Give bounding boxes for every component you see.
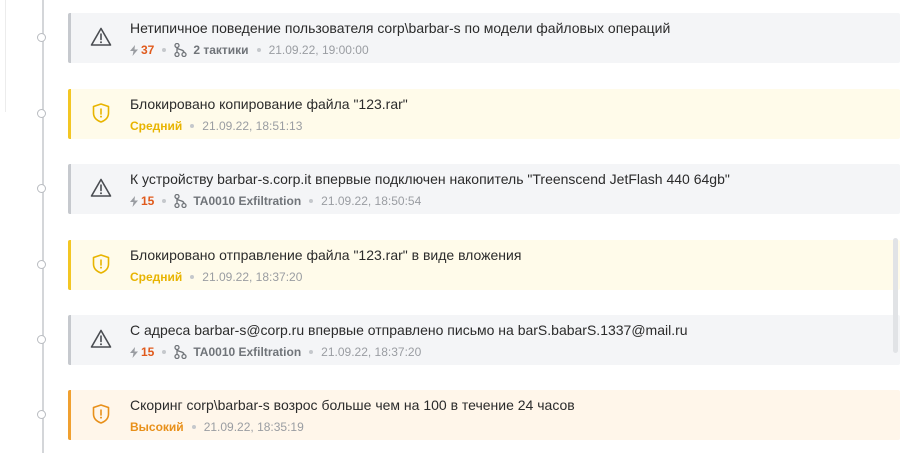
meta-separator [162,350,167,354]
panel-left-border [0,0,6,112]
shield-warning-icon [90,253,112,275]
event-meta: Средний 21.09.22, 18:51:13 [130,119,302,133]
shield-warning-icon [90,403,112,425]
tactic-text: TA0010 Exfiltration [193,194,302,208]
meta-separator [309,350,314,354]
event-meta: Высокий 21.09.22, 18:35:19 [130,420,304,434]
event-card[interactable]: С адреса barbar-s@corp.ru впервые отправ… [68,315,900,365]
event-card[interactable]: Блокировано отправление файла "123.rar" … [68,240,900,290]
event-title[interactable]: С адреса barbar-s@corp.ru впервые отправ… [130,322,688,338]
event-time: 21.09.22, 18:37:20 [321,345,422,359]
event-title[interactable]: Блокировано отправление файла "123.rar" … [130,247,521,263]
event-title[interactable]: Нетипичное поведение пользователя corp\b… [130,20,670,36]
event-meta: 15 TA0010 Exfiltration 21.09.22, 18:50:5… [130,194,421,208]
event-card[interactable]: Скоринг corp\barbar-s возрос больше чем … [68,390,900,440]
severity-badge: Средний [130,270,183,284]
meta-separator [191,425,196,429]
branch-icon [174,194,188,208]
meta-separator [309,199,314,203]
tactic-label[interactable]: TA0010 Exfiltration [174,345,301,359]
severity-badge: Высокий [130,420,184,434]
tactic-label[interactable]: 2 тактики [174,43,249,57]
severity-badge: Средний [130,119,183,133]
event-card[interactable]: К устройству barbar-s.corp.it впервые по… [68,164,900,214]
branch-icon [174,43,188,57]
timeline-node [37,184,46,193]
scrollbar-thumb[interactable] [893,238,898,353]
event-title[interactable]: Скоринг corp\barbar-s возрос больше чем … [130,397,575,413]
timeline-node [37,33,46,42]
event-time: 21.09.22, 18:51:13 [202,119,303,133]
timeline-node [37,335,46,344]
score-value: 37 [141,43,155,57]
meta-separator [190,275,195,279]
warning-triangle-icon [90,26,112,48]
meta-separator [162,199,167,203]
shield-warning-icon [90,102,112,124]
meta-separator [190,124,195,128]
bolt-icon [130,195,138,207]
score-value: 15 [141,345,155,359]
score-value: 15 [141,194,155,208]
bolt-icon [130,346,138,358]
branch-icon [174,345,188,359]
event-meta: 37 2 тактики 21.09.22, 19:00:00 [130,43,369,57]
bolt-icon [130,44,138,56]
event-meta: Средний 21.09.22, 18:37:20 [130,270,302,284]
warning-triangle-icon [90,328,112,350]
timeline-node [37,260,46,269]
timeline-node [37,109,46,118]
event-card[interactable]: Блокировано копирование файла "123.rar" … [68,89,900,139]
score-badge: 15 [130,345,154,359]
meta-separator [162,48,167,52]
timeline-node [37,410,46,419]
event-title[interactable]: К устройству barbar-s.corp.it впервые по… [130,171,730,187]
event-title[interactable]: Блокировано копирование файла "123.rar" [130,96,408,112]
event-time: 21.09.22, 18:37:20 [202,270,303,284]
event-meta: 15 TA0010 Exfiltration 21.09.22, 18:37:2… [130,345,421,359]
score-badge: 15 [130,194,154,208]
event-time: 21.09.22, 18:50:54 [321,194,422,208]
tactic-text: 2 тактики [193,43,249,57]
tactic-text: TA0010 Exfiltration [193,345,302,359]
event-time: 21.09.22, 19:00:00 [268,43,369,57]
timeline-line [42,0,44,453]
meta-separator [256,48,261,52]
event-card[interactable]: Нетипичное поведение пользователя corp\b… [68,13,900,63]
event-time: 21.09.22, 18:35:19 [203,420,304,434]
warning-triangle-icon [90,177,112,199]
tactic-label[interactable]: TA0010 Exfiltration [174,194,301,208]
score-badge: 37 [130,43,154,57]
